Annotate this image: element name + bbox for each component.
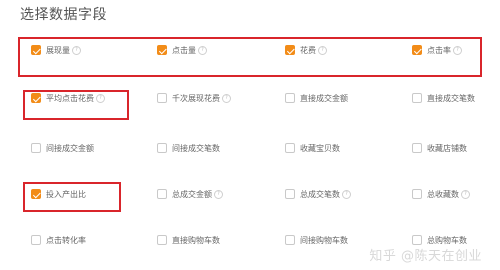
help-icon[interactable]: ? <box>453 45 462 55</box>
field-option-cpm[interactable]: 千次展现花费? <box>157 91 231 105</box>
field-label: 直接成交金额 <box>300 93 348 103</box>
help-icon[interactable]: ? <box>198 45 207 55</box>
field-option-impressions[interactable]: 展现量? <box>31 43 81 57</box>
field-label: 花费 <box>300 45 316 55</box>
checkbox[interactable] <box>285 143 295 153</box>
field-label: 点击转化率 <box>46 235 86 245</box>
field-option-shop-favorites[interactable]: 收藏店铺数 <box>412 141 467 155</box>
section-title: 选择数据字段 <box>20 7 107 23</box>
field-label: 直接成交笔数 <box>427 93 475 103</box>
checkbox[interactable] <box>285 93 295 103</box>
checkbox[interactable] <box>31 143 41 153</box>
field-option-avg-cpc[interactable]: 平均点击花费? <box>31 91 105 105</box>
checkbox[interactable] <box>31 93 41 103</box>
help-icon[interactable]: ? <box>222 93 231 103</box>
field-label: 点击量 <box>172 45 196 55</box>
checkbox[interactable] <box>412 143 422 153</box>
checkbox[interactable] <box>412 189 422 199</box>
help-icon[interactable]: ? <box>461 189 470 199</box>
field-option-ctr[interactable]: 点击率? <box>412 43 462 57</box>
field-option-indirect-cart[interactable]: 间接购物车数 <box>285 233 348 247</box>
checkbox[interactable] <box>412 93 422 103</box>
checkbox[interactable] <box>31 189 41 199</box>
checkbox[interactable] <box>157 143 167 153</box>
field-label: 总收藏数 <box>427 189 459 199</box>
checkbox[interactable] <box>285 45 295 55</box>
field-label: 总购物车数 <box>427 235 467 245</box>
field-label: 平均点击花费 <box>46 93 94 103</box>
field-label: 总成交金额 <box>172 189 212 199</box>
field-label: 间接成交笔数 <box>172 143 220 153</box>
help-icon[interactable]: ? <box>318 45 327 55</box>
help-icon[interactable]: ? <box>214 189 223 199</box>
checkbox[interactable] <box>285 189 295 199</box>
field-option-direct-orders[interactable]: 直接成交笔数 <box>412 91 475 105</box>
field-option-roi[interactable]: 投入产出比 <box>31 187 86 201</box>
field-label: 收藏店铺数 <box>427 143 467 153</box>
field-label: 直接购物车数 <box>172 235 220 245</box>
checkbox[interactable] <box>412 45 422 55</box>
field-option-indirect-gmv[interactable]: 间接成交金额 <box>31 141 94 155</box>
field-label: 收藏宝贝数 <box>300 143 340 153</box>
checkbox[interactable] <box>31 45 41 55</box>
field-option-item-favorites[interactable]: 收藏宝贝数 <box>285 141 340 155</box>
checkbox[interactable] <box>157 93 167 103</box>
field-option-total-gmv[interactable]: 总成交金额? <box>157 187 223 201</box>
field-label: 间接购物车数 <box>300 235 348 245</box>
field-option-clicks[interactable]: 点击量? <box>157 43 207 57</box>
checkbox[interactable] <box>157 235 167 245</box>
field-option-cost[interactable]: 花费? <box>285 43 327 57</box>
watermark-text: 知乎 @陈天在创业 <box>369 249 482 264</box>
field-option-total-orders[interactable]: 总成交笔数? <box>285 187 351 201</box>
help-icon[interactable]: ? <box>96 93 105 103</box>
checkbox[interactable] <box>31 235 41 245</box>
field-label: 点击率 <box>427 45 451 55</box>
field-label: 投入产出比 <box>46 189 86 199</box>
field-label: 千次展现花费 <box>172 93 220 103</box>
checkbox[interactable] <box>157 189 167 199</box>
field-option-direct-cart[interactable]: 直接购物车数 <box>157 233 220 247</box>
field-label: 间接成交金额 <box>46 143 94 153</box>
field-label: 展现量 <box>46 45 70 55</box>
field-option-total-favorites[interactable]: 总收藏数? <box>412 187 470 201</box>
field-label: 总成交笔数 <box>300 189 340 199</box>
field-option-indirect-orders[interactable]: 间接成交笔数 <box>157 141 220 155</box>
checkbox[interactable] <box>412 235 422 245</box>
help-icon[interactable]: ? <box>342 189 351 199</box>
checkbox[interactable] <box>157 45 167 55</box>
field-option-click-cvr[interactable]: 点击转化率 <box>31 233 86 247</box>
help-icon[interactable]: ? <box>72 45 81 55</box>
field-option-direct-gmv[interactable]: 直接成交金额 <box>285 91 348 105</box>
checkbox[interactable] <box>285 235 295 245</box>
